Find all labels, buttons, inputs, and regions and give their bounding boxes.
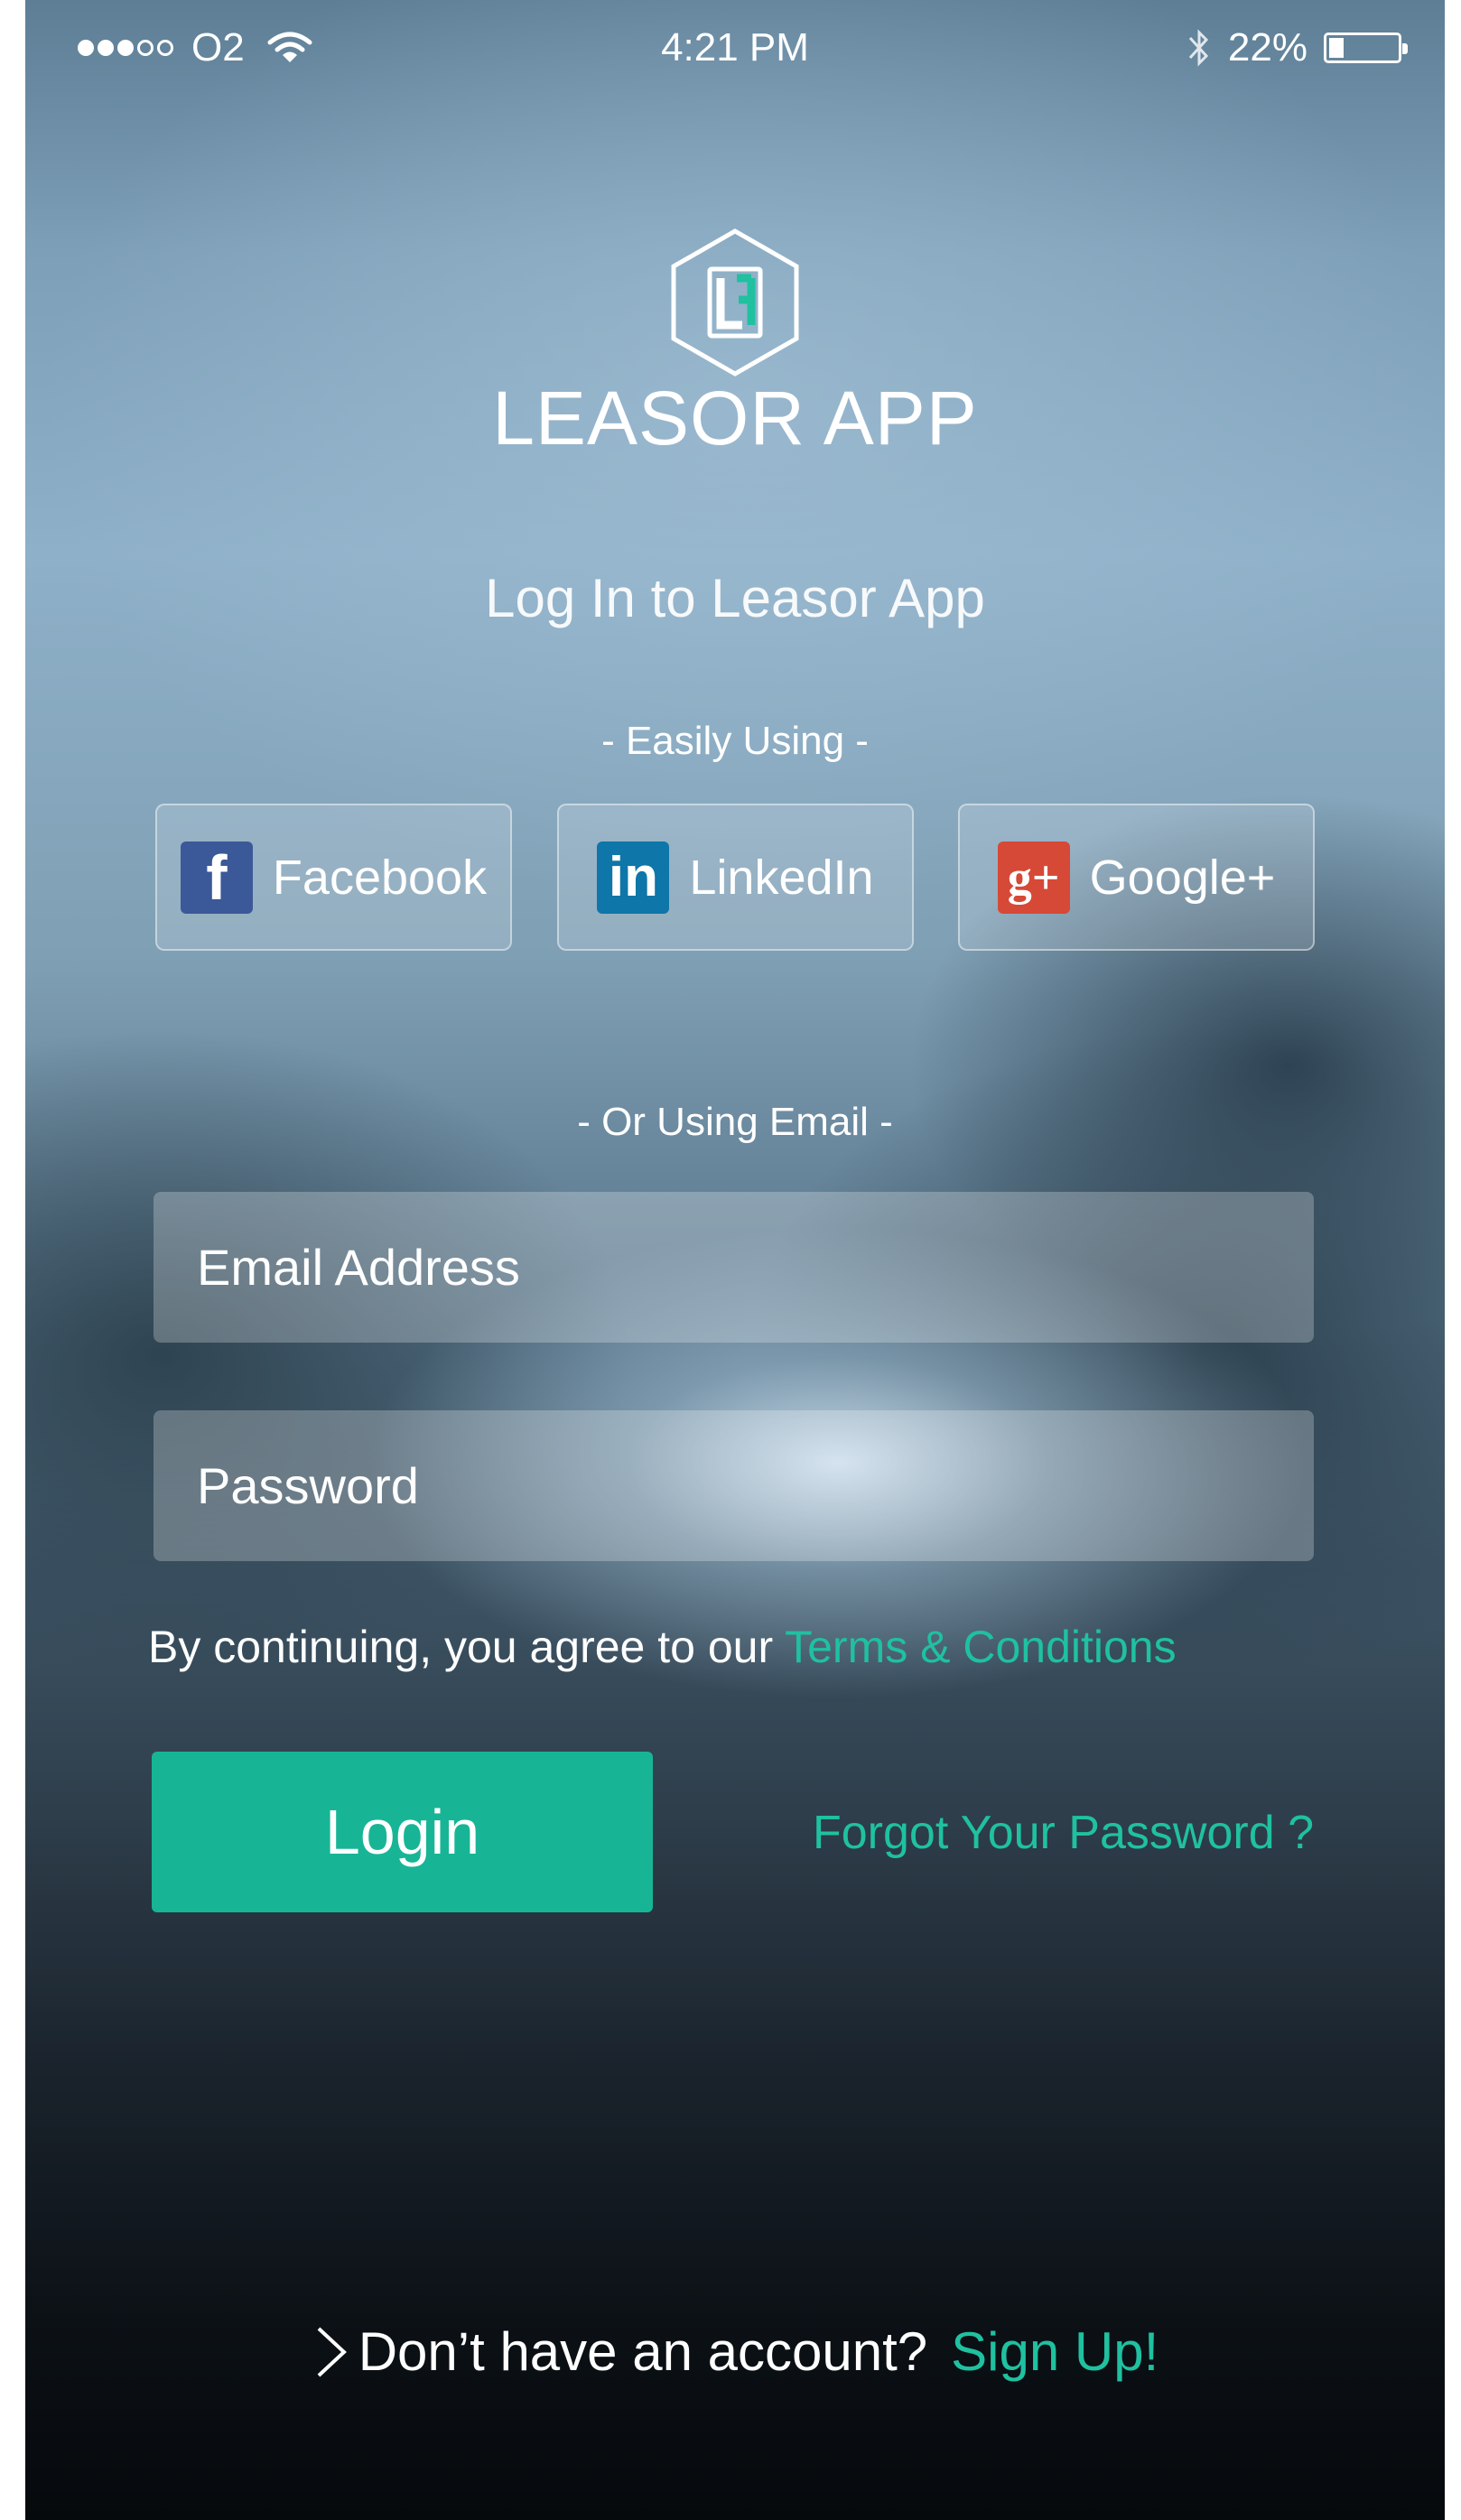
facebook-label: Facebook <box>272 850 488 905</box>
login-button[interactable]: Login <box>152 1752 653 1912</box>
signup-row: Don’t have an account? Sign Up! <box>25 2320 1445 2383</box>
linkedin-login-button[interactable]: in LinkedIn <box>557 804 914 951</box>
battery-percent: 22% <box>1227 25 1307 70</box>
login-title: Log In to Leasor App <box>485 568 985 628</box>
social-login-buttons: f Facebook in LinkedIn g+ Google+ <box>25 804 1445 953</box>
signup-link[interactable]: Sign Up! <box>951 2320 1159 2383</box>
terms-link[interactable]: Terms & Conditions <box>785 1622 1177 1672</box>
battery-icon <box>1324 33 1408 63</box>
app-name: LEASOR APP <box>492 376 978 460</box>
terms-prefix: By continuing, you agree to our <box>148 1622 786 1672</box>
login-screen: O2 4:21 PM 22% LEASOR APP Log In to Leas… <box>25 0 1445 2520</box>
facebook-login-button[interactable]: f Facebook <box>155 804 512 951</box>
bluetooth-icon <box>1188 29 1208 67</box>
google-plus-label: Google+ <box>1089 850 1276 905</box>
forgot-password-link[interactable]: Forgot Your Password ? <box>813 1806 1314 1860</box>
terms-notice: By continuing, you agree to our Terms & … <box>148 1621 1177 1673</box>
social-login-label: - Easily Using - <box>601 719 869 763</box>
google-plus-icon: g+ <box>997 841 1070 914</box>
linkedin-icon: in <box>597 841 670 914</box>
linkedin-label: LinkedIn <box>689 850 874 905</box>
email-login-label: - Or Using Email - <box>577 1100 893 1144</box>
password-field[interactable]: Password <box>154 1410 1314 1561</box>
facebook-icon: f <box>180 841 253 914</box>
battery-level-fill <box>1329 38 1344 58</box>
hexagon-logo-icon <box>671 228 799 377</box>
signup-prompt: Don’t have an account? <box>358 2321 928 2382</box>
google-plus-login-button[interactable]: g+ Google+ <box>958 804 1315 951</box>
email-field[interactable]: Email Address <box>154 1192 1314 1343</box>
status-bar: O2 4:21 PM 22% <box>25 0 1445 99</box>
status-right: 22% <box>1186 25 1408 70</box>
chevron-right-icon <box>317 2327 347 2376</box>
